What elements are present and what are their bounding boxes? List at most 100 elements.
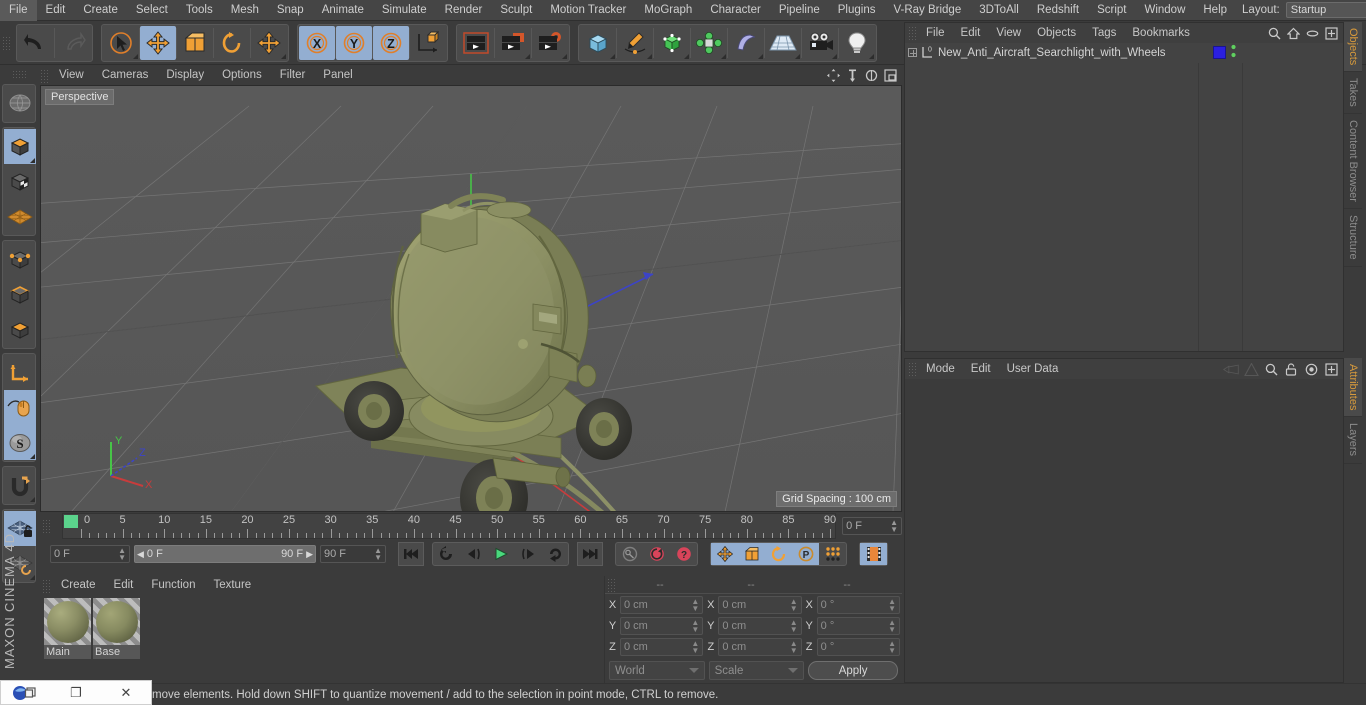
material-item[interactable]: Main [44, 598, 91, 659]
record-scale-button[interactable] [738, 543, 765, 565]
record-position-button[interactable] [711, 543, 738, 565]
viewport-menu-display[interactable]: Display [157, 66, 213, 85]
world-object-axis[interactable] [410, 26, 446, 60]
range-right-arrow-icon[interactable]: ▶ [306, 549, 313, 560]
rotation-z-field[interactable]: 0 ° ▲ ▼ [816, 638, 900, 656]
spinner-icon[interactable]: ▲ ▼ [374, 547, 382, 562]
preview-range-bar[interactable]: ◀ 0 F 90 F ▶ [134, 545, 316, 563]
spinner-icon[interactable]: ▲ ▼ [790, 598, 798, 613]
timeline-toggle-button[interactable] [860, 543, 887, 565]
add-camera-button[interactable] [802, 26, 838, 60]
tool-expand-corner[interactable] [30, 454, 35, 459]
material-menu-function[interactable]: Function [142, 576, 204, 595]
timeline-grip[interactable] [42, 519, 52, 533]
move-tool[interactable] [140, 25, 176, 60]
maximize-view-icon[interactable] [882, 67, 899, 84]
object-visibility-dots[interactable] [1230, 44, 1237, 62]
search-icon[interactable] [1266, 25, 1282, 41]
menu-item-window[interactable]: Window [1135, 0, 1194, 21]
frame-icon[interactable] [1323, 25, 1339, 41]
object-menu-bookmarks[interactable]: Bookmarks [1124, 23, 1198, 43]
undo-view-button[interactable] [4, 86, 36, 121]
coordinate-system-select[interactable]: World [609, 661, 705, 680]
attribute-menu-mode[interactable]: Mode [918, 359, 963, 379]
material-item[interactable]: Base [93, 598, 140, 659]
timeline-playhead[interactable] [64, 515, 78, 528]
menu-item-tools[interactable]: Tools [177, 0, 222, 21]
object-manager-grip[interactable] [908, 26, 918, 40]
overlay-restore-button[interactable]: ❐ [51, 681, 101, 704]
rotate-view-icon[interactable] [863, 67, 880, 84]
viewport-menu-filter[interactable]: Filter [271, 66, 315, 85]
size-y-field[interactable]: 0 cm ▲ ▼ [718, 617, 802, 635]
add-array-button[interactable] [691, 26, 727, 60]
soft-selection-button[interactable]: S [4, 425, 36, 460]
current-frame-field[interactable]: 0 F ▲ ▼ [842, 517, 902, 535]
attribute-manager-grip[interactable] [908, 362, 918, 376]
menu-item-redshift[interactable]: Redshift [1028, 0, 1088, 21]
texture-mode-button[interactable] [4, 199, 36, 234]
record-parameter-button[interactable]: P [792, 543, 819, 565]
menu-item-create[interactable]: Create [74, 0, 127, 21]
go-to-end-button[interactable] [577, 542, 603, 566]
loop-button[interactable] [541, 543, 568, 565]
lock-x-axis[interactable]: X [299, 25, 335, 60]
position-z-field[interactable]: 0 cm ▲ ▼ [620, 638, 704, 656]
spinner-icon[interactable]: ▲ ▼ [888, 619, 896, 634]
forward-arrow-icon[interactable] [1243, 361, 1259, 377]
move-view-icon[interactable] [825, 67, 842, 84]
menu-item-help[interactable]: Help [1194, 0, 1236, 21]
tab-objects[interactable]: Objects [1344, 22, 1362, 73]
magnet-tool-button[interactable] [4, 468, 36, 503]
previous-frame-button[interactable] [460, 543, 487, 565]
overlay-window[interactable]: ❐ ✕ [0, 680, 152, 705]
spinner-icon[interactable]: ▲ ▼ [118, 547, 126, 562]
menu-item-snap[interactable]: Snap [268, 0, 313, 21]
material-thumbnail[interactable] [93, 598, 140, 645]
tab-takes[interactable]: Takes [1344, 72, 1362, 115]
next-frame-button[interactable] [514, 543, 541, 565]
tool-expand-corner[interactable] [795, 53, 800, 59]
go-to-start-button[interactable] [398, 542, 424, 566]
back-arrow-icon[interactable] [1223, 361, 1239, 377]
attribute-menu-user-data[interactable]: User Data [999, 359, 1067, 379]
size-x-field[interactable]: 0 cm ▲ ▼ [718, 596, 802, 614]
material-grip[interactable] [42, 578, 52, 593]
left-toolbar-grip[interactable] [12, 70, 26, 80]
home-icon[interactable] [1285, 25, 1301, 41]
menu-item-vray-bridge[interactable]: V-Ray Bridge [884, 0, 970, 21]
lock-icon[interactable] [1283, 361, 1299, 377]
menu-item-edit[interactable]: Edit [37, 0, 75, 21]
tool-expand-corner[interactable] [832, 53, 837, 59]
menu-item-select[interactable]: Select [127, 0, 177, 21]
object-menu-file[interactable]: File [918, 23, 953, 43]
tool-expand-corner[interactable] [647, 53, 652, 59]
material-menu-edit[interactable]: Edit [105, 576, 143, 595]
coordinate-mode-select[interactable]: Scale [708, 661, 805, 680]
expand-toggle[interactable] [905, 48, 919, 57]
record-active-objects-button[interactable] [616, 543, 643, 565]
search-icon[interactable] [1263, 361, 1279, 377]
add-cube-button[interactable] [580, 26, 616, 60]
size-z-field[interactable]: 0 cm ▲ ▼ [718, 638, 802, 656]
tab-content-browser[interactable]: Content Browser [1344, 114, 1362, 209]
play-backwards-button[interactable] [433, 543, 460, 565]
ellipse-icon[interactable] [1304, 25, 1320, 41]
rotation-y-field[interactable]: 0 ° ▲ ▼ [816, 617, 900, 635]
spinner-icon[interactable]: ▲ ▼ [691, 598, 699, 613]
object-tag-color-swatch[interactable] [1213, 46, 1226, 59]
live-selection-tool[interactable] [103, 26, 139, 60]
frame-icon[interactable] [1323, 361, 1339, 377]
material-menu-create[interactable]: Create [52, 576, 105, 595]
edges-mode-button[interactable] [4, 277, 36, 312]
menu-item-plugins[interactable]: Plugins [829, 0, 885, 21]
object-tree[interactable]: 0 New_Anti_Aircraft_Searchlight_with_Whe… [905, 43, 1343, 351]
rotate-tool[interactable] [214, 26, 250, 60]
menu-item-animate[interactable]: Animate [313, 0, 373, 21]
menu-item-pipeline[interactable]: Pipeline [770, 0, 829, 21]
add-deformer-button[interactable] [728, 26, 764, 60]
undo-button[interactable] [18, 26, 54, 60]
viewport-menu-options[interactable]: Options [213, 66, 271, 85]
enable-axis-button[interactable] [4, 355, 36, 390]
polygons-mode-button[interactable] [4, 312, 36, 347]
